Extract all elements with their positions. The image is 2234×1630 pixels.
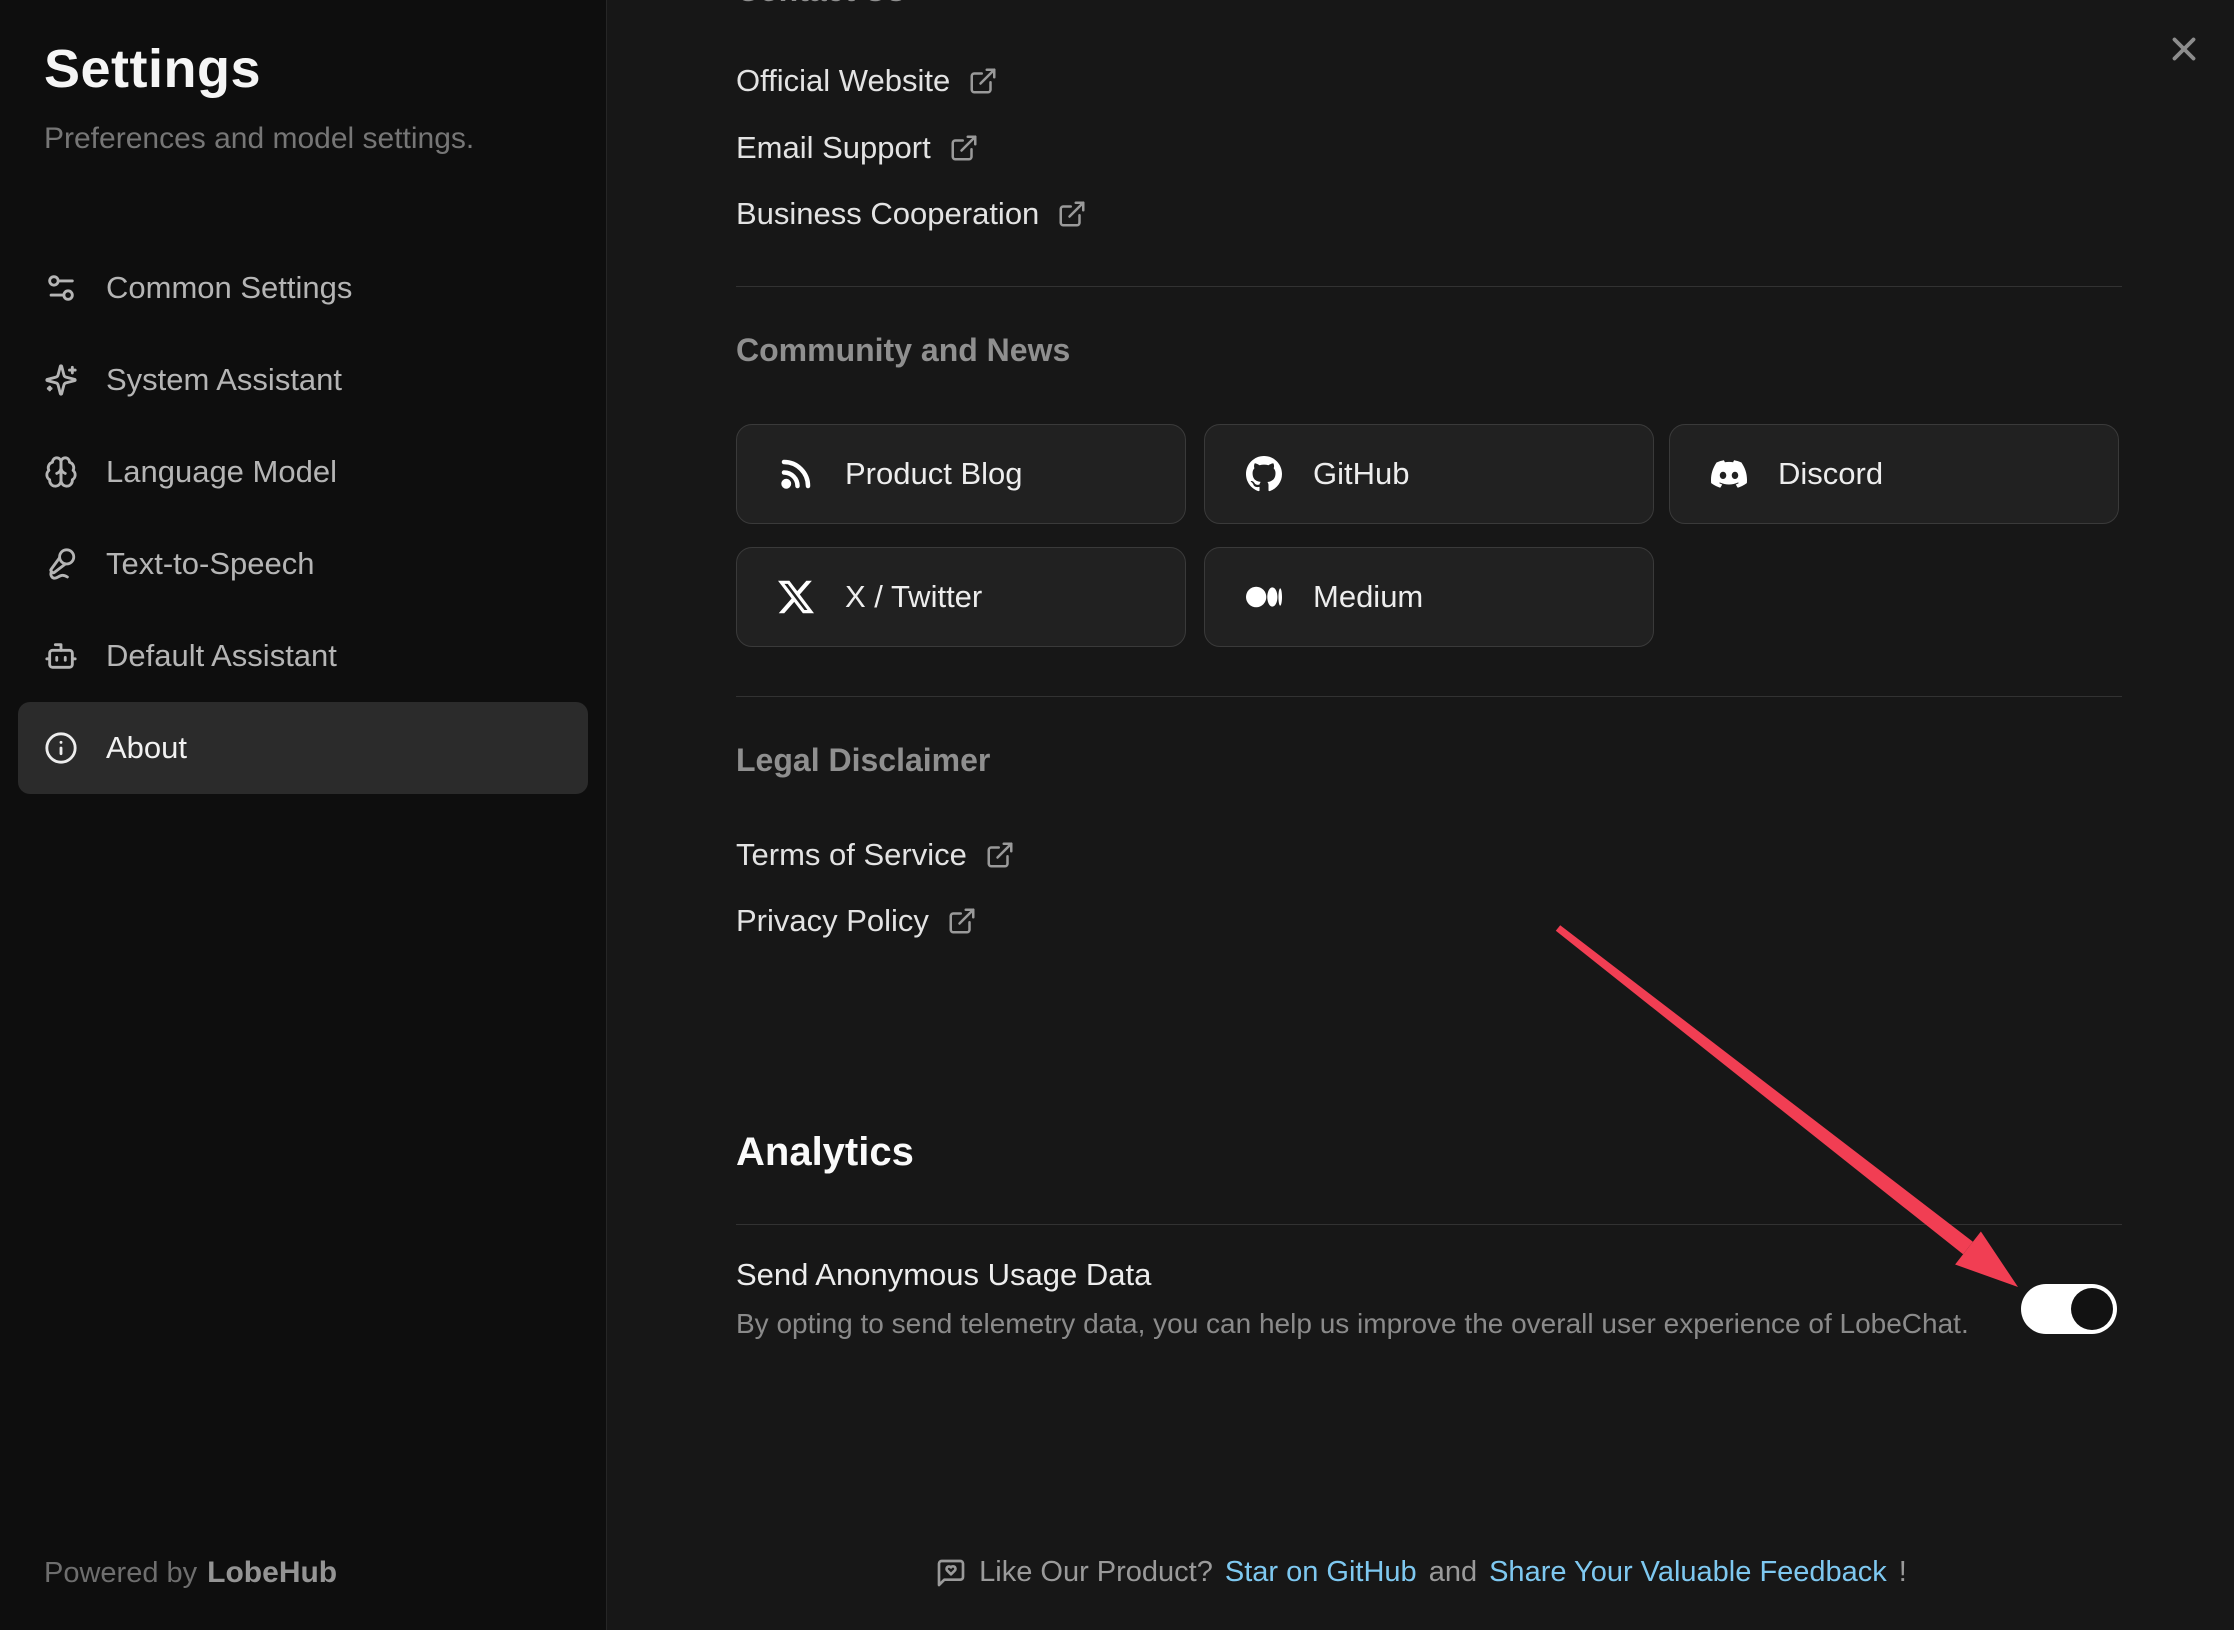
product-blog-button[interactable]: Product Blog bbox=[736, 424, 1186, 524]
divider bbox=[736, 286, 2122, 287]
brain-icon bbox=[44, 455, 78, 489]
external-link-icon bbox=[968, 66, 998, 96]
settings-modal: Settings Preferences and model settings.… bbox=[0, 0, 2234, 1630]
sidebar-item-common-settings[interactable]: Common Settings bbox=[18, 242, 588, 334]
external-link-icon bbox=[947, 906, 977, 936]
toggle-knob bbox=[2071, 1288, 2113, 1330]
link-label: Email Support bbox=[736, 130, 931, 166]
link-privacy-policy[interactable]: Privacy Policy bbox=[736, 898, 977, 944]
link-label: Privacy Policy bbox=[736, 903, 929, 939]
footer-text: ! bbox=[1899, 1556, 1907, 1589]
divider bbox=[736, 1224, 2122, 1225]
footer-text: and bbox=[1429, 1556, 1477, 1589]
link-terms-of-service[interactable]: Terms of Service bbox=[736, 832, 1015, 878]
sidebar-item-label: Common Settings bbox=[106, 270, 352, 306]
sidebar-item-label: Text-to-Speech bbox=[106, 546, 315, 582]
divider bbox=[736, 696, 2122, 697]
share-feedback-link[interactable]: Share Your Valuable Feedback bbox=[1489, 1556, 1887, 1589]
sidebar-item-text-to-speech[interactable]: Text-to-Speech bbox=[18, 518, 588, 610]
medium-button[interactable]: Medium bbox=[1204, 547, 1654, 647]
discord-button[interactable]: Discord bbox=[1669, 424, 2119, 524]
microphone-icon bbox=[44, 547, 78, 581]
sidebar-item-about[interactable]: About bbox=[18, 702, 588, 794]
discord-icon bbox=[1710, 455, 1748, 493]
usage-data-label: Send Anonymous Usage Data bbox=[736, 1257, 1151, 1293]
x-icon bbox=[777, 578, 815, 616]
button-label: Product Blog bbox=[845, 456, 1023, 492]
close-button[interactable] bbox=[2160, 25, 2208, 73]
section-title-analytics: Analytics bbox=[736, 1130, 914, 1175]
x-twitter-button[interactable]: X / Twitter bbox=[736, 547, 1186, 647]
section-title-community: Community and News bbox=[736, 332, 1070, 369]
usage-data-description: By opting to send telemetry data, you ca… bbox=[736, 1308, 1969, 1340]
button-label: GitHub bbox=[1313, 456, 1409, 492]
link-business-cooperation[interactable]: Business Cooperation bbox=[736, 191, 1087, 237]
about-content: Contact Us Official Website Email Suppor… bbox=[736, 0, 2122, 1630]
sidebar-item-label: About bbox=[106, 730, 187, 766]
page-subtitle: Preferences and model settings. bbox=[44, 122, 474, 156]
link-label: Business Cooperation bbox=[736, 196, 1039, 232]
usage-data-toggle[interactable] bbox=[2021, 1284, 2117, 1334]
external-link-icon bbox=[949, 133, 979, 163]
link-email-support[interactable]: Email Support bbox=[736, 125, 979, 171]
powered-by-text: Powered by bbox=[44, 1557, 197, 1589]
button-label: Discord bbox=[1778, 456, 1883, 492]
rss-icon bbox=[777, 455, 815, 493]
sparkles-icon bbox=[44, 363, 78, 397]
page-title: Settings bbox=[44, 38, 261, 100]
sidebar-item-label: Language Model bbox=[106, 454, 337, 490]
button-label: Medium bbox=[1313, 579, 1423, 615]
link-label: Terms of Service bbox=[736, 837, 967, 873]
about-panel: Contact Us Official Website Email Suppor… bbox=[608, 0, 2234, 1630]
section-title-legal: Legal Disclaimer bbox=[736, 742, 990, 779]
external-link-icon bbox=[1057, 199, 1087, 229]
medium-icon bbox=[1245, 578, 1283, 616]
link-official-website[interactable]: Official Website bbox=[736, 58, 998, 104]
section-title-contact-us: Contact Us bbox=[736, 0, 905, 9]
sidebar-item-label: Default Assistant bbox=[106, 638, 337, 674]
settings-sidebar: Settings Preferences and model settings.… bbox=[0, 0, 607, 1630]
powered-by: Powered by LobeHub bbox=[44, 1556, 337, 1590]
sidebar-item-label: System Assistant bbox=[106, 362, 342, 398]
footer-banner: Like Our Product? Star on GitHub and Sha… bbox=[608, 1556, 2234, 1597]
star-on-github-link[interactable]: Star on GitHub bbox=[1225, 1556, 1417, 1589]
sliders-icon bbox=[44, 271, 78, 305]
github-button[interactable]: GitHub bbox=[1204, 424, 1654, 524]
external-link-icon bbox=[985, 840, 1015, 870]
link-label: Official Website bbox=[736, 63, 950, 99]
close-icon bbox=[2165, 30, 2203, 68]
bot-icon bbox=[44, 639, 78, 673]
sidebar-item-system-assistant[interactable]: System Assistant bbox=[18, 334, 588, 426]
feedback-heart-icon bbox=[935, 1557, 967, 1589]
info-icon bbox=[44, 731, 78, 765]
sidebar-item-language-model[interactable]: Language Model bbox=[18, 426, 588, 518]
button-label: X / Twitter bbox=[845, 579, 982, 615]
github-icon bbox=[1245, 455, 1283, 493]
sidebar-item-default-assistant[interactable]: Default Assistant bbox=[18, 610, 588, 702]
settings-nav: Common Settings System Assistant bbox=[18, 242, 588, 794]
footer-text: Like Our Product? bbox=[979, 1556, 1213, 1589]
brand-logo[interactable]: LobeHub bbox=[207, 1556, 337, 1589]
